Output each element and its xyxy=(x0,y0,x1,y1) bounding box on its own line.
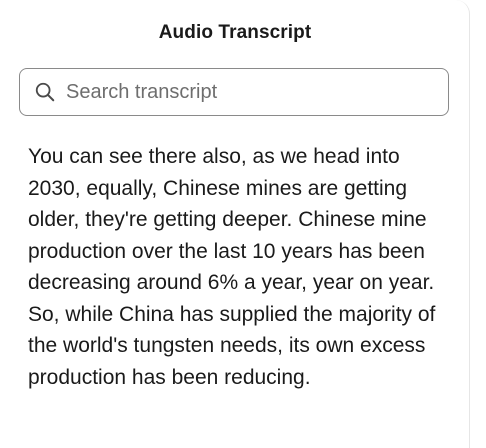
transcript-text: You can see there also, as we head into … xyxy=(28,145,436,389)
search-box[interactable] xyxy=(19,68,449,116)
panel-title: Audio Transcript xyxy=(158,22,312,43)
transcript-panel: Audio Transcript You can see there also,… xyxy=(0,0,470,448)
search-input[interactable] xyxy=(66,80,426,104)
search-icon xyxy=(35,82,55,102)
